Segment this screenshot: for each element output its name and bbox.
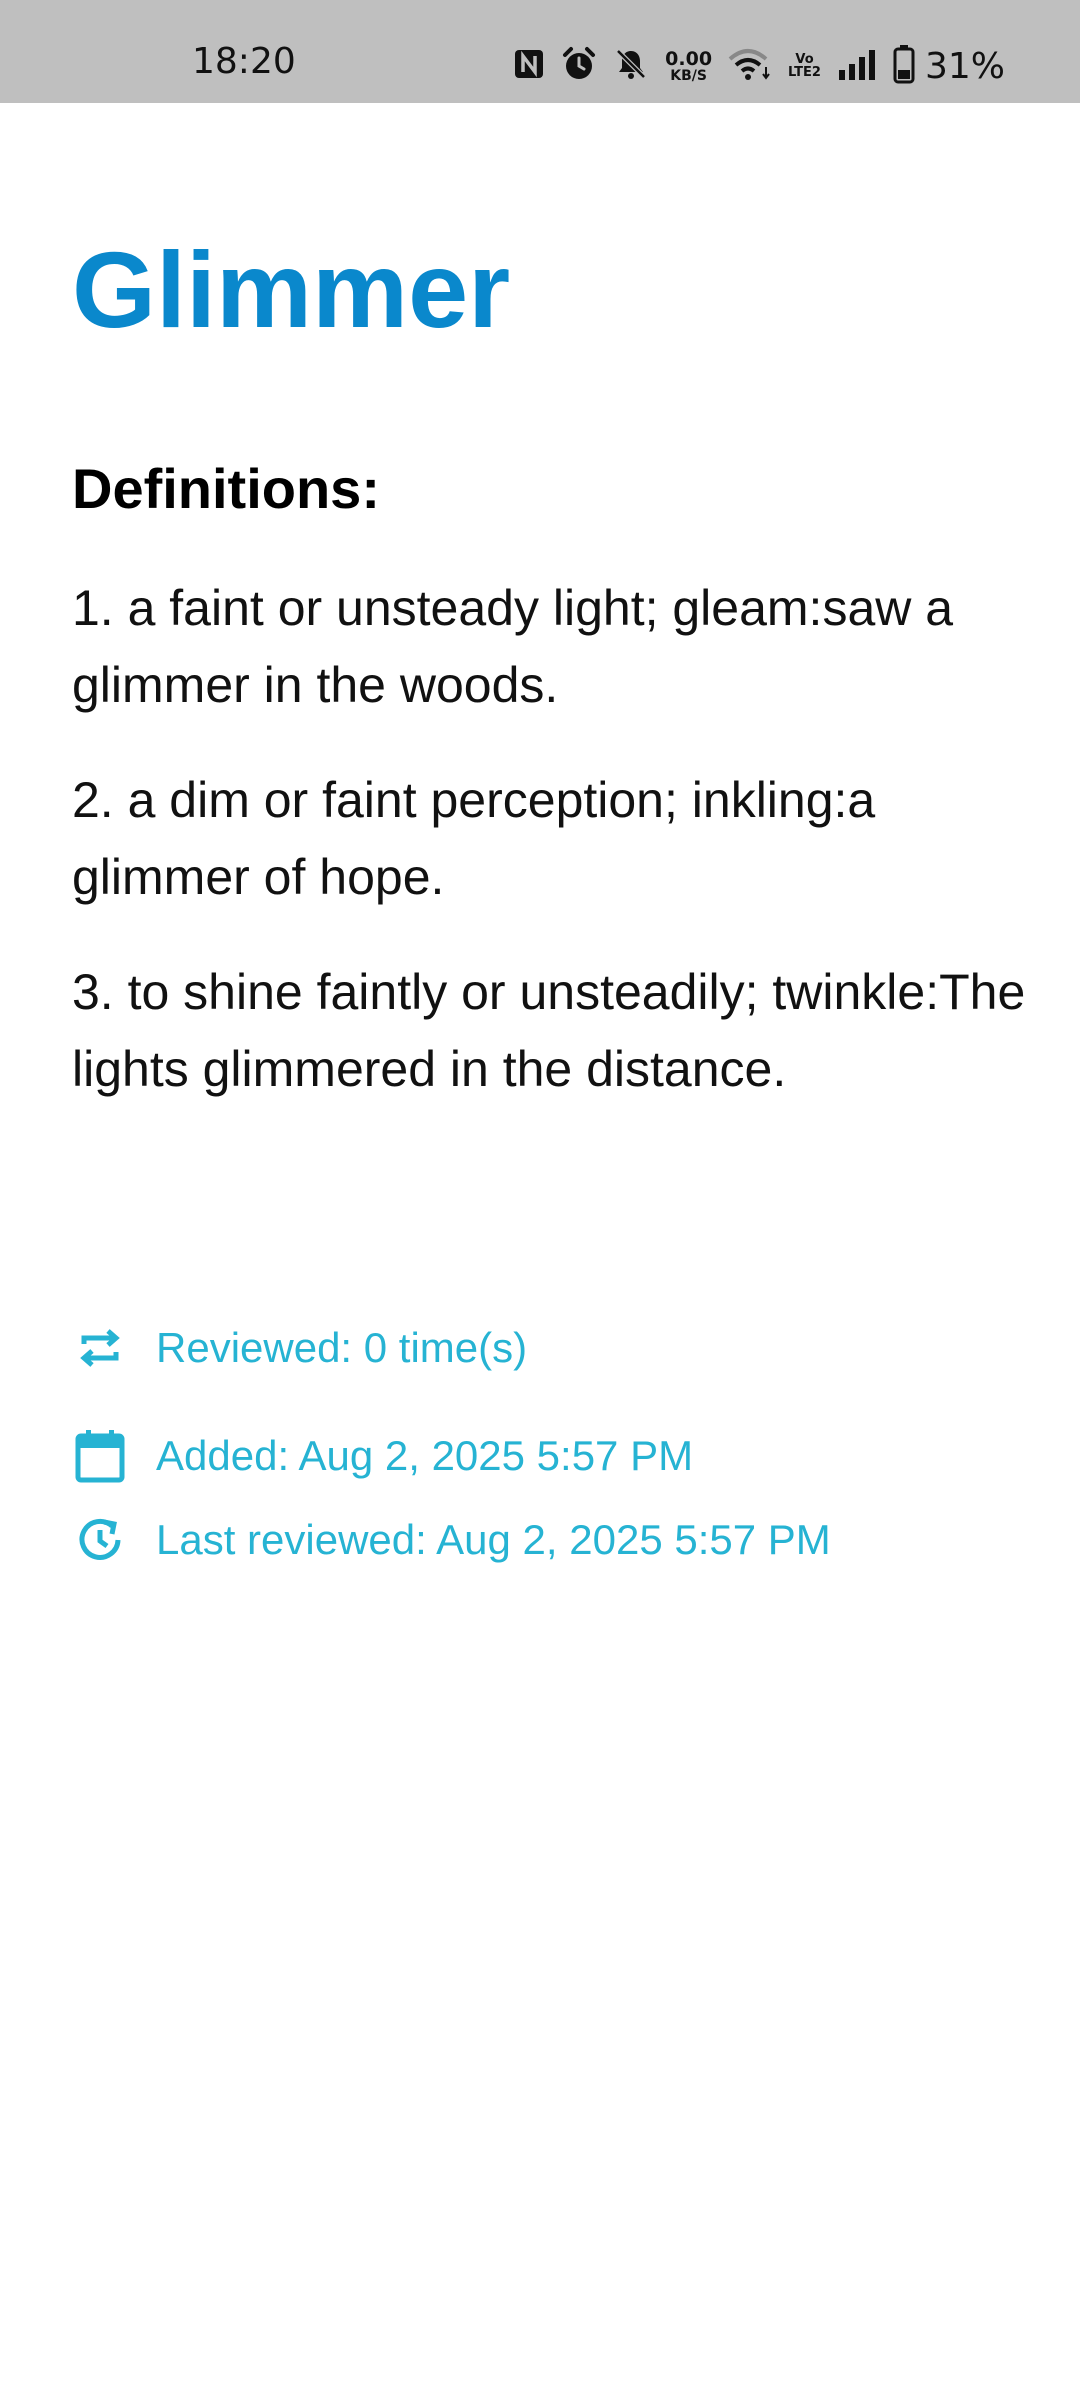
battery-icon [893, 44, 915, 89]
repeat-icon [72, 1320, 128, 1376]
calendar-icon [72, 1428, 128, 1484]
definitions-list: 1. a faint or unsteady light; gleam:saw … [72, 570, 1032, 1146]
definition-item: 1. a faint or unsteady light; gleam:saw … [72, 580, 954, 713]
volte-indicator: Vo LTE2 [788, 53, 821, 79]
reviewed-count-text: Reviewed: 0 time(s) [156, 1324, 528, 1371]
alarm-icon [561, 46, 597, 87]
definition-item: 2. a dim or faint perception; inkling:a … [72, 772, 876, 905]
status-bar: 18:20 0.00 KB/S Vo LTE2 31% [0, 0, 1080, 103]
added-date-row: Added: Aug 2, 2025 5:57 PM [72, 1428, 1032, 1484]
notifications-off-icon [613, 46, 649, 87]
nfc-icon [513, 48, 545, 85]
definition-item: 3. to shine faintly or unsteadily; twink… [72, 964, 1026, 1097]
reviewed-count-row: Reviewed: 0 time(s) [72, 1320, 1032, 1376]
volte-bottom: LTE2 [788, 65, 821, 80]
battery-percent: 31% [924, 45, 1005, 87]
net-speed-unit: KB/S [670, 67, 707, 84]
wifi-icon [728, 47, 772, 86]
signal-icon [837, 48, 877, 85]
status-time: 18:20 [192, 41, 296, 82]
status-icons: 0.00 KB/S Vo LTE2 31% [513, 44, 1005, 89]
history-icon [72, 1512, 128, 1568]
last-reviewed-text: Last reviewed: Aug 2, 2025 5:57 PM [156, 1516, 831, 1563]
definitions-heading: Definitions: [72, 457, 380, 520]
net-speed-indicator: 0.00 KB/S [665, 47, 713, 84]
net-speed-value: 0.00 [665, 47, 713, 70]
added-date-text: Added: Aug 2, 2025 5:57 PM [156, 1432, 694, 1479]
last-reviewed-row: Last reviewed: Aug 2, 2025 5:57 PM [72, 1512, 1032, 1568]
word-title: Glimmer [72, 229, 511, 350]
